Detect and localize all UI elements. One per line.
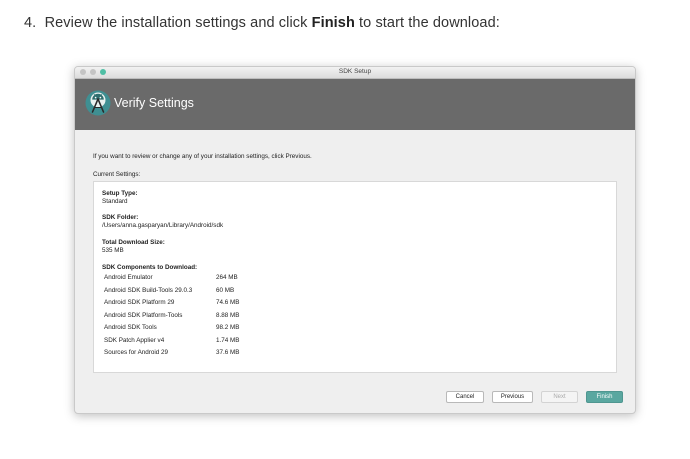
component-size: 98.2 MB	[216, 324, 240, 331]
setup-type-label: Setup Type:	[102, 190, 138, 197]
android-studio-icon	[85, 90, 111, 116]
total-download-label: Total Download Size:	[102, 239, 165, 246]
cancel-button[interactable]: Cancel	[446, 391, 484, 403]
component-name: Android SDK Tools	[104, 324, 157, 331]
header-banner: Verify Settings	[75, 79, 635, 130]
component-name: Android Emulator	[104, 274, 153, 281]
component-size: 8.88 MB	[216, 311, 240, 319]
component-name: Android SDK Build-Tools 29.0.3	[104, 286, 193, 294]
previous-button[interactable]: Previous	[492, 391, 533, 403]
component-size: 264 MB	[216, 274, 238, 281]
window-titlebar: SDK Setup	[75, 67, 635, 79]
settings-summary-panel: Setup Type: Standard SDK Folder: /Users/…	[93, 181, 617, 373]
component-name: Android SDK Platform 29	[104, 299, 175, 306]
dialog-content: If you want to review or change any of y…	[75, 131, 635, 413]
dialog-buttons: Cancel Previous Next Finish	[446, 391, 623, 403]
setup-type-value: Standard	[102, 198, 128, 205]
sdk-setup-window: SDK Setup Verify Settings If you want to…	[74, 66, 636, 414]
step-number: 4.	[24, 15, 37, 31]
step-bold-finish: Finish	[311, 15, 355, 31]
components-label: SDK Components to Download:	[102, 264, 198, 271]
instruction-step: 4. Review the installation settings and …	[24, 15, 500, 31]
component-size: 1.74 MB	[216, 336, 240, 344]
component-size: 37.6 MB	[216, 349, 240, 356]
component-size: 74.6 MB	[216, 299, 240, 306]
component-name: Android SDK Platform-Tools	[104, 311, 183, 319]
step-text-end: to start the download:	[354, 15, 500, 31]
current-settings-label: Current Settings:	[93, 171, 141, 178]
finish-button[interactable]: Finish	[586, 391, 623, 403]
step-text: Review the installation settings and cli…	[44, 15, 312, 31]
next-button[interactable]: Next	[541, 391, 578, 403]
total-download-value: 535 MB	[102, 247, 124, 254]
component-size: 60 MB	[216, 286, 235, 294]
component-name: SDK Patch Applier v4	[104, 336, 165, 344]
intro-text: If you want to review or change any of y…	[93, 153, 312, 160]
sdk-folder-value: /Users/anna.gasparyan/Library/Android/sd…	[102, 222, 224, 229]
page-title: Verify Settings	[114, 96, 194, 110]
window-title: SDK Setup	[338, 68, 372, 75]
component-name: Sources for Android 29	[104, 349, 169, 356]
sdk-folder-label: SDK Folder:	[102, 214, 139, 221]
